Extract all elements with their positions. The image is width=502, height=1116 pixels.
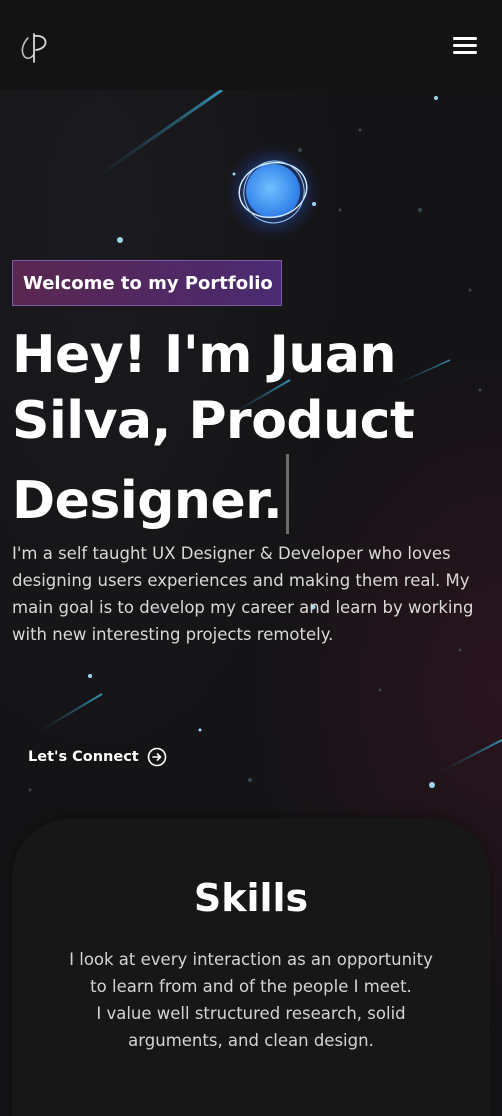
glowing-planet-icon [225,144,321,240]
jp-monogram-logo[interactable] [14,28,54,68]
star [88,674,92,678]
shooting-star-streak [37,693,103,733]
lets-connect-button[interactable]: Let's Connect [28,744,167,770]
skills-section: Skills I look at every interaction as an… [12,818,490,1116]
star [358,128,362,132]
star [248,778,252,782]
skills-description: I look at every interaction as an opport… [66,946,436,1054]
headline-line: Designer. [12,471,283,531]
arrow-circle-right-icon [147,747,167,767]
hero-intro-text: I'm a self taught UX Designer & Develope… [12,544,474,644]
star [429,782,435,788]
star [378,688,382,692]
hamburger-menu-icon[interactable] [448,30,482,60]
shooting-star-streak [94,90,223,180]
headline-line: Hey! I'm Juan [12,325,397,385]
headline-line: Silva, Product [12,391,415,451]
star [198,728,202,732]
portfolio-page: Welcome to my Portfolio Hey! I'm Juan Sil… [0,0,502,1116]
star [418,208,422,212]
star [468,288,472,292]
star [117,237,123,243]
lets-connect-label: Let's Connect [28,749,139,765]
welcome-badge: Welcome to my Portfolio [12,260,282,306]
hero-headline: Hey! I'm Juan Silva, Product Designer. [12,322,482,534]
star [338,208,342,212]
skills-description-line: I look at every interaction as an opport… [69,950,433,996]
typing-caret [286,454,290,534]
skills-title: Skills [193,876,309,920]
star [434,96,438,100]
star [458,648,462,652]
star [178,118,182,122]
star [28,788,32,792]
skills-description-line: I value well structured research, solid … [96,1004,406,1050]
shooting-star-streak [439,739,502,773]
top-navigation-bar [0,0,502,90]
